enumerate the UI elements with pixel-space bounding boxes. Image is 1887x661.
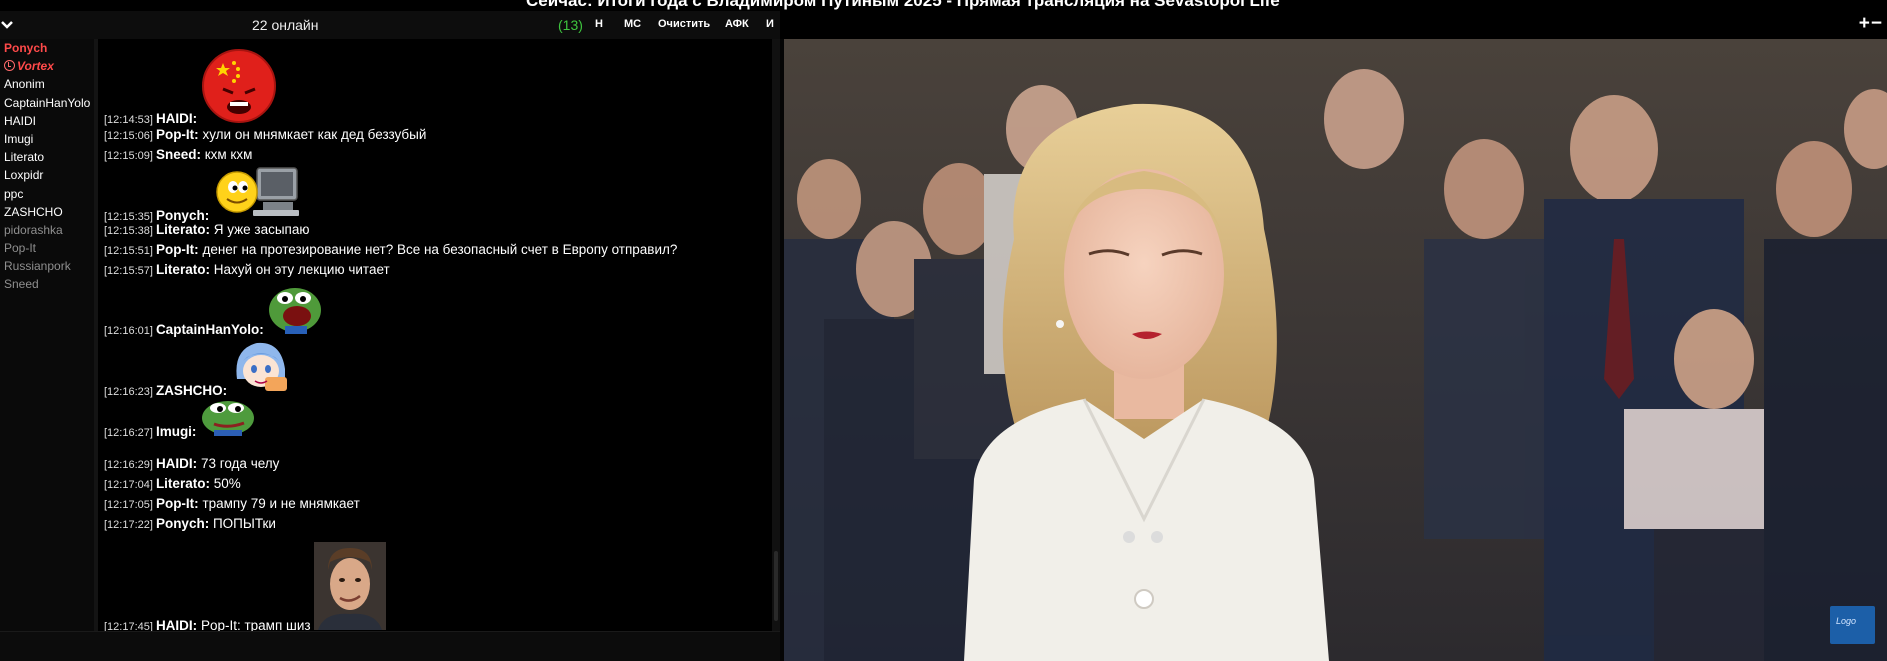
chat-message: [12:16:01] CaptainHanYolo: <box>104 284 323 337</box>
chat-message: [12:17:05] Pop-It: трампу 79 и не мнямкае… <box>104 496 360 511</box>
chat-message: [12:17:45] HAIDI: Pop-It: трамп шиз <box>104 542 387 631</box>
message-nick[interactable]: Sneed: <box>156 147 201 162</box>
video-header: +− <box>780 11 1887 39</box>
smiley-at-computer-emote <box>213 164 305 223</box>
chat-message: [12:17:04] Literato: 50% <box>104 476 241 491</box>
message-timestamp: [12:16:27] <box>104 427 153 439</box>
pepe-shouting-emote <box>267 284 323 337</box>
chat-message: [12:16:27] Imugi: <box>104 396 256 439</box>
chat-message: [12:17:22] Ponych: ПОПЫТки <box>104 516 276 531</box>
message-text: Я уже засыпаю <box>213 222 310 237</box>
message-nick[interactable]: Literato: <box>156 222 210 237</box>
chat-scrollbar[interactable] <box>772 39 780 631</box>
chat-message: [12:15:09] Sneed: кхм кхм <box>104 147 252 162</box>
message-timestamp: [12:14:53] <box>104 114 153 126</box>
afk-button[interactable]: АФК <box>725 18 749 30</box>
video-player[interactable] <box>784 39 1887 661</box>
message-timestamp: [12:17:45] <box>104 621 153 631</box>
message-timestamp: [12:15:09] <box>104 150 153 162</box>
user-item[interactable]: pidorashka <box>0 221 95 239</box>
message-nick[interactable]: CaptainHanYolo: <box>156 322 264 337</box>
message-nick[interactable]: Imugi: <box>156 424 197 439</box>
angry-china-face-emote <box>201 49 277 126</box>
message-text: Pop-It: трамп шиз <box>200 618 311 631</box>
video-frame <box>784 39 1887 661</box>
chat-panel: 22 онлайн (13) Н МС Очистить АФК И Ponyc… <box>0 11 780 661</box>
user-item[interactable]: Loxpidr <box>0 166 95 184</box>
chat-message: [12:15:38] Literato: Я уже засыпаю <box>104 222 310 237</box>
message-nick[interactable]: Literato: <box>156 476 210 491</box>
chat-scrollbar-thumb[interactable] <box>774 551 778 621</box>
channel-logo: Logo <box>1830 606 1875 644</box>
user-item[interactable]: Sneed <box>0 275 95 293</box>
message-nick[interactable]: Ponych: <box>156 208 209 223</box>
message-text: ПОПЫТки <box>212 516 276 531</box>
chat-message: [12:15:06] Pop-It: хули он мнямкает как д… <box>104 127 426 142</box>
chat-toolbar: 22 онлайн (13) Н МС Очистить АФК И <box>0 11 780 39</box>
user-item[interactable]: Anonim <box>0 75 95 93</box>
chat-message: [12:16:23] ZASHCHO: <box>104 339 291 398</box>
message-timestamp: [12:16:29] <box>104 459 153 471</box>
message-timestamp: [12:15:57] <box>104 265 153 277</box>
window-title: Сейчас: Итоги года с Владимиром Путиным … <box>526 0 1280 10</box>
message-text: 73 года челу <box>200 456 280 471</box>
pepe-frog-emote <box>200 396 256 439</box>
message-nick[interactable]: Pop-It: <box>156 496 199 511</box>
n-button[interactable]: Н <box>595 18 603 30</box>
message-text: 50% <box>213 476 241 491</box>
user-list: Ponych Vortex Anonim CaptainHanYolo HAID… <box>0 39 95 631</box>
userlist-divider[interactable] <box>94 39 98 631</box>
chat-message: [12:15:51] Pop-It: денег на протезировани… <box>104 242 677 257</box>
chat-messages: [12:14:53] HAIDI: [12:15:06] Pop-It: хули … <box>100 39 772 631</box>
message-timestamp: [12:17:04] <box>104 479 153 491</box>
zoom-toggle-button[interactable]: +− <box>1859 13 1883 35</box>
user-item[interactable]: ppc <box>0 185 95 203</box>
message-nick[interactable]: Pop-It: <box>156 242 199 257</box>
message-timestamp: [12:17:05] <box>104 499 153 511</box>
message-text: трампу 79 и не мнямкает <box>202 496 360 511</box>
ms-button[interactable]: МС <box>624 18 641 30</box>
user-item[interactable]: ZASHCHO <box>0 203 95 221</box>
chat-message: [12:15:57] Literato: Нахуй он эту лекцию … <box>104 262 390 277</box>
user-item[interactable]: Vortex <box>0 57 95 75</box>
clear-button[interactable]: Очистить <box>658 18 710 30</box>
message-timestamp: [12:15:38] <box>104 225 153 237</box>
message-text: кхм кхм <box>204 147 253 162</box>
chat-message: [12:15:35] Ponych: <box>104 164 305 223</box>
online-count: 22 онлайн <box>252 17 319 33</box>
message-nick[interactable]: HAIDI: <box>156 456 197 471</box>
message-timestamp: [12:15:51] <box>104 245 153 257</box>
chat-input-area[interactable] <box>0 631 780 661</box>
message-nick[interactable]: Literato: <box>156 262 210 277</box>
message-nick[interactable]: HAIDI: <box>156 111 197 126</box>
message-nick[interactable]: HAIDI: <box>156 618 197 631</box>
smirking-man-emote <box>314 542 387 631</box>
top-title-bar: Сейчас: Итоги года с Владимиром Путиным … <box>0 0 1887 11</box>
message-timestamp: [12:15:06] <box>104 130 153 142</box>
user-item[interactable]: Russianpork <box>0 257 95 275</box>
anime-girl-emote <box>231 339 291 398</box>
collapse-chevron-icon[interactable] <box>0 14 16 34</box>
user-item[interactable]: Literato <box>0 148 95 166</box>
i-button[interactable]: И <box>766 18 774 30</box>
message-nick[interactable]: Ponych: <box>156 516 209 531</box>
chat-message: [12:16:29] HAIDI: 73 года челу <box>104 456 279 471</box>
user-item[interactable]: HAIDI <box>0 112 95 130</box>
user-item[interactable]: Ponych <box>0 39 95 57</box>
user-item[interactable]: CaptainHanYolo <box>0 94 95 112</box>
message-nick[interactable]: Pop-It: <box>156 127 199 142</box>
message-timestamp: [12:16:01] <box>104 325 153 337</box>
clock-icon <box>4 60 15 72</box>
message-timestamp: [12:17:22] <box>104 519 153 531</box>
message-text: Нахуй он эту лекцию читает <box>213 262 390 277</box>
unread-count-badge: (13) <box>558 17 583 33</box>
user-item[interactable]: Pop-It <box>0 239 95 257</box>
user-item[interactable]: Imugi <box>0 130 95 148</box>
chat-message: [12:14:53] HAIDI: <box>104 49 277 126</box>
message-text: денег на протезирование нет? Все на безо… <box>202 242 678 257</box>
message-text: хули он мнямкает как дед беззубый <box>202 127 427 142</box>
